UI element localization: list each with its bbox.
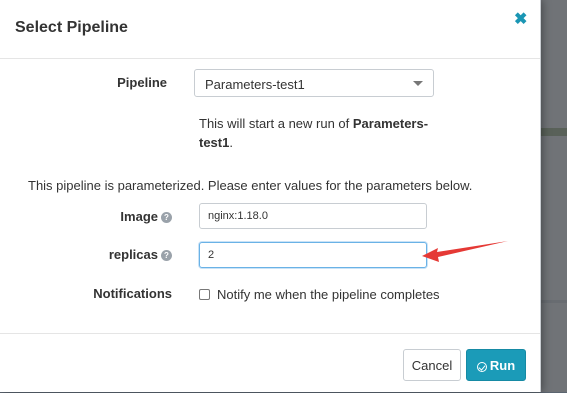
annotation-arrow-icon — [422, 241, 508, 262]
